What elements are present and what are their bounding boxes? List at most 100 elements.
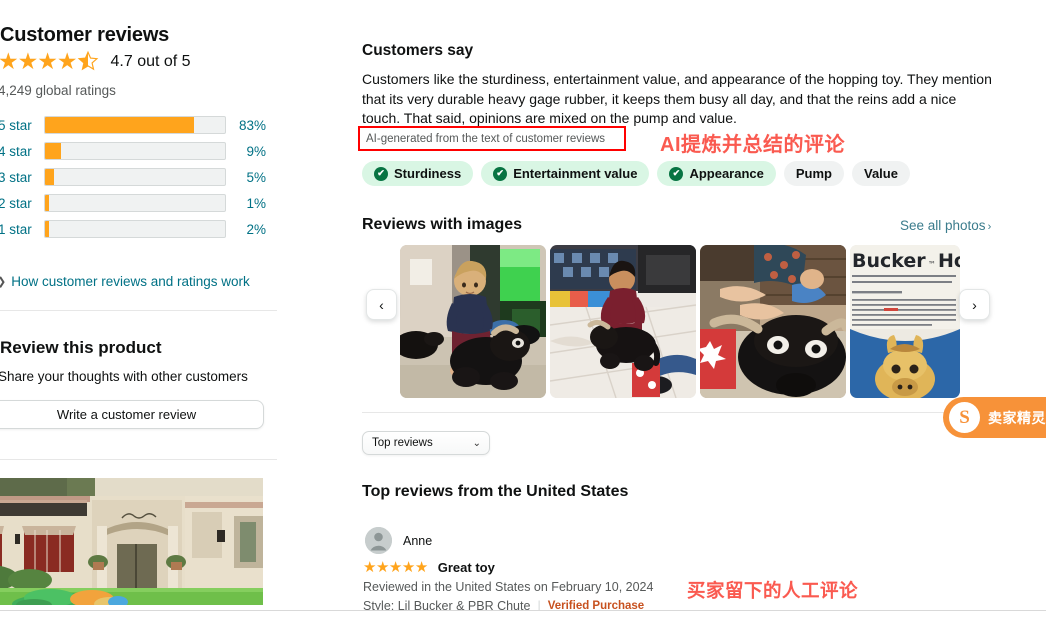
histogram-bar-track — [44, 168, 226, 186]
review-image-thumbnail[interactable] — [700, 245, 846, 398]
reviewer-profile[interactable]: Anne — [365, 527, 432, 554]
customers-say-chip[interactable]: ✔ Appearance — [657, 161, 776, 186]
chip-label: Value — [864, 166, 898, 181]
histogram-star-label: 5 star — [0, 117, 32, 133]
histogram-bar-track — [44, 142, 226, 160]
histogram-bar-track — [44, 194, 226, 212]
histogram-star-label: 2 star — [0, 195, 32, 211]
star-icon: ★ — [17, 48, 39, 74]
ai-generated-note-box: AI-generated from the text of customer r… — [358, 126, 626, 151]
svg-text:Bucker: Bucker — [852, 250, 926, 272]
histogram-percent: 83% — [238, 117, 266, 133]
carousel-next-button[interactable]: › — [959, 289, 990, 320]
histogram-row[interactable]: 2 star 1% — [0, 190, 266, 216]
star-icon: ★ — [414, 559, 428, 576]
review-image-thumbnail[interactable] — [400, 245, 546, 398]
seller-sprite-logo-icon: S — [949, 402, 980, 433]
histogram-percent: 1% — [246, 195, 266, 211]
histogram-row[interactable]: 5 star 83% — [0, 112, 266, 138]
histogram-bar-fill — [45, 117, 195, 133]
histogram-bar-track — [44, 116, 226, 134]
reviews-sidebar: Customer reviews ★ ★ ★ ★ 4.7 out of 5 4,… — [0, 0, 277, 617]
star-icon: ★ — [401, 559, 415, 576]
histogram-bar-fill — [45, 195, 49, 211]
amazon-customer-reviews-page: Customer reviews ★ ★ ★ ★ 4.7 out of 5 4,… — [0, 0, 1046, 617]
star-half-icon — [77, 50, 99, 73]
seller-sprite-logo-letter: S — [959, 406, 970, 428]
chip-label: Entertainment value — [513, 166, 638, 181]
histogram-percent: 9% — [246, 143, 266, 159]
histogram-bar-fill — [45, 169, 54, 185]
product-photo-house — [0, 478, 263, 611]
svg-text:Ho: Ho — [938, 250, 960, 272]
svg-text:™: ™ — [928, 260, 936, 269]
check-circle-icon: ✔ — [669, 166, 684, 181]
customers-say-chip[interactable]: ✔ Entertainment value — [481, 161, 650, 186]
chip-label: Sturdiness — [394, 166, 462, 181]
histogram-bar-track — [44, 220, 226, 238]
customers-say-chip[interactable]: Value — [852, 161, 910, 186]
customers-say-chips: ✔ Sturdiness ✔ Entertainment value ✔ Appearan… — [362, 161, 910, 186]
review-rating-row: ★ ★ ★ ★ ★ Great toy — [363, 560, 495, 575]
customers-say-chip[interactable]: Pump — [783, 161, 844, 186]
histogram-star-label: 1 star — [0, 221, 32, 237]
histogram-bar-fill — [45, 143, 62, 159]
star-icon: ★ — [0, 48, 19, 74]
histogram-bar-fill — [45, 221, 49, 237]
see-all-photos-link[interactable]: See all photos › — [900, 218, 991, 233]
carousel-prev-button[interactable]: ‹ — [366, 289, 397, 320]
customers-say-heading: Customers say — [362, 42, 474, 59]
page-title: Customer reviews — [0, 24, 170, 46]
star-icon: ★ — [388, 559, 402, 576]
avatar — [365, 527, 392, 554]
review-image-carousel: Bucker ™ Ho — [362, 245, 1022, 398]
review-meta: Reviewed in the United States on Februar… — [363, 580, 654, 594]
seller-sprite-label: 卖家精灵 — [988, 409, 1046, 426]
annotation-human-review: 买家留下的人工评论 — [687, 580, 859, 601]
check-circle-icon: ✔ — [374, 166, 388, 181]
customers-say-summary: Customers like the sturdiness, entertain… — [362, 71, 992, 126]
global-ratings-count: 4,249 global ratings — [0, 83, 116, 98]
rating-value: 4.7 out of 5 — [110, 52, 191, 70]
review-product-title: Review this product — [0, 338, 162, 357]
chevron-right-icon: › — [987, 221, 992, 233]
see-all-photos-label: See all photos — [900, 218, 986, 233]
write-customer-review-button[interactable]: Write a customer review — [0, 400, 264, 429]
star-icon: ★ — [363, 559, 376, 576]
check-circle-icon: ✔ — [493, 166, 508, 181]
divider — [362, 412, 1001, 413]
review-image-thumbnail[interactable]: Bucker ™ Ho — [850, 245, 960, 398]
histogram-percent: 5% — [246, 169, 266, 185]
bottom-scroll-strip — [0, 610, 1046, 617]
chip-label: Appearance — [689, 166, 764, 181]
reviews-main-content: Customers say Customers like the sturdin… — [358, 0, 1022, 617]
review-image-thumbnail[interactable] — [550, 245, 696, 398]
divider — [0, 459, 277, 460]
star-icon: ★ — [375, 559, 389, 576]
chevron-down-icon: ❯ — [0, 275, 6, 288]
histogram-row[interactable]: 4 star 9% — [0, 138, 266, 164]
customers-say-chip[interactable]: ✔ Sturdiness — [362, 161, 474, 186]
top-reviews-heading: Top reviews from the United States — [362, 483, 629, 500]
reviewer-name: Anne — [403, 533, 433, 548]
histogram-row[interactable]: 3 star 5% — [0, 164, 266, 190]
sort-selected-label: Top reviews — [372, 437, 433, 449]
overall-rating[interactable]: ★ ★ ★ ★ 4.7 out of 5 — [0, 50, 191, 73]
sort-reviews-select[interactable]: Top reviews ⌄ — [362, 431, 490, 455]
how-reviews-work-link[interactable]: ❯ How customer reviews and ratings work — [0, 274, 250, 289]
histogram-row[interactable]: 1 star 2% — [0, 216, 266, 242]
reviews-with-images-heading: Reviews with images — [362, 216, 523, 233]
histogram-star-label: 3 star — [0, 169, 32, 185]
divider — [0, 310, 277, 311]
seller-sprite-badge[interactable]: S 卖家精灵 — [943, 397, 1046, 438]
chevron-down-icon: ⌄ — [472, 437, 481, 449]
annotation-ai-summary: AI提炼并总结的评论 — [660, 134, 845, 156]
review-title[interactable]: Great toy — [438, 560, 495, 575]
rating-histogram: 5 star 83% 4 star 9% 3 star 5% 2 star 1% 1 star 2… — [0, 112, 266, 242]
star-icon: ★ — [56, 48, 78, 74]
histogram-percent: 2% — [246, 221, 266, 237]
star-icon: ★ — [37, 48, 58, 74]
review-product-subtitle: Share your thoughts with other customers — [0, 369, 248, 384]
chip-label: Pump — [795, 166, 832, 181]
how-reviews-work-label: How customer reviews and ratings work — [11, 274, 250, 289]
